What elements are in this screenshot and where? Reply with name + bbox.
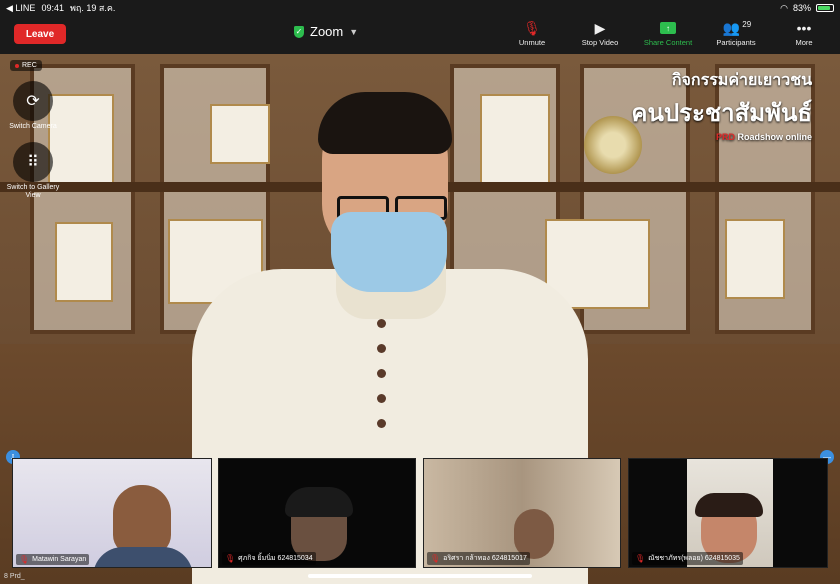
participants-count: 29 bbox=[742, 19, 752, 29]
participant-tile[interactable]: 🎙 Matawin Sarayan bbox=[12, 458, 212, 568]
participant-tile[interactable]: 🎙 อริศรา กล้าทอง 624815017 bbox=[423, 458, 621, 568]
bottom-caption: 8 Prd_ bbox=[4, 573, 25, 580]
unmute-button[interactable]: 🎙 Unmute bbox=[506, 18, 558, 48]
rec-label: REC bbox=[22, 62, 37, 69]
participant-body bbox=[93, 547, 193, 567]
share-content-button[interactable]: ↑ Share Content bbox=[642, 18, 694, 47]
mic-off-icon: 🎙 bbox=[225, 554, 236, 563]
battery-icon bbox=[816, 4, 834, 12]
battery-fill bbox=[818, 6, 830, 10]
participant-face bbox=[113, 485, 171, 555]
leave-button[interactable]: Leave bbox=[14, 24, 66, 44]
chevron-down-icon: ▼ bbox=[349, 26, 359, 37]
participant-name: Matawin Sarayan bbox=[32, 556, 87, 563]
meeting-title-text: Zoom bbox=[310, 24, 344, 39]
gallery-view-label: Switch to Gallery View bbox=[6, 184, 60, 199]
participant-name: ณัชชาภัทร(พลอย) 624815035 bbox=[648, 555, 740, 562]
certificate-frame bbox=[210, 104, 270, 164]
participant-hair bbox=[695, 493, 763, 517]
participant-hair bbox=[285, 487, 353, 517]
status-time: 09:41 bbox=[41, 3, 64, 13]
stop-video-label: Stop Video bbox=[581, 38, 619, 47]
participant-name: อริศรา กล้าทอง 624815017 bbox=[443, 555, 527, 562]
home-indicator[interactable] bbox=[308, 574, 532, 578]
camera-switch-icon: ⟳ bbox=[13, 81, 53, 121]
certificate-frame bbox=[55, 222, 113, 302]
certificate-frame bbox=[480, 94, 550, 184]
grid-icon: ⠿ bbox=[13, 142, 53, 182]
status-date: พฤ. 19 ส.ค. bbox=[69, 3, 116, 13]
meeting-toolbar: 🎙 Unmute ▶ Stop Video ↑ Share Content 👥 2… bbox=[506, 18, 830, 48]
stop-video-button[interactable]: ▶ Stop Video bbox=[574, 18, 626, 48]
mic-off-icon: 🎙 bbox=[19, 555, 30, 564]
share-icon: ↑ bbox=[660, 22, 676, 34]
status-bar: ◀ LINE 09:41 พฤ. 19 ส.ค. ◠ 83% bbox=[0, 0, 840, 16]
gallery-view-button[interactable]: ⠿ Switch to Gallery View bbox=[7, 142, 59, 200]
more-button[interactable]: ••• More bbox=[778, 18, 830, 47]
participant-name-tag: 🎙 ณัชชาภัทร(พลอย) 624815035 bbox=[632, 552, 743, 565]
participants-icon: 👥 bbox=[722, 19, 741, 36]
share-content-label: Share Content bbox=[643, 38, 693, 47]
participant-tile[interactable]: 🎙 ณัชชาภัทร(พลอย) 624815035 bbox=[628, 458, 828, 568]
shield-icon: ✓ bbox=[294, 25, 304, 38]
more-label: More bbox=[795, 38, 813, 47]
meeting-top-bar: Leave ✓ Zoom ▼ 🎙 Unmute ▶ Stop Video ↑ S… bbox=[0, 16, 840, 54]
switch-camera-label: Switch Camera bbox=[9, 123, 57, 130]
more-icon: ••• bbox=[796, 20, 812, 36]
record-dot-icon bbox=[15, 63, 19, 68]
certificate-frame bbox=[725, 219, 785, 299]
participant-name-tag: 🎙 อริศรา กล้าทอง 624815017 bbox=[427, 552, 530, 565]
overlay-line-3: PRD Roadshow online bbox=[631, 132, 812, 142]
face-mask bbox=[331, 212, 447, 292]
participant-name-tag: 🎙 ศุภกิจ ยิ้มนิ่ม 624815034 bbox=[222, 552, 316, 565]
participants-button[interactable]: 👥 29 Participants bbox=[710, 18, 762, 48]
overlay-line-1: กิจกรรมค่ายเยาวชน bbox=[671, 72, 812, 89]
participant-name: ศุภกิจ ยิ้มนิ่ม 624815034 bbox=[238, 555, 313, 562]
certificate-frame bbox=[48, 94, 114, 184]
back-to-app-link[interactable]: ◀ LINE bbox=[6, 3, 35, 14]
participants-label: Participants bbox=[716, 38, 756, 47]
recording-indicator: REC bbox=[10, 60, 42, 71]
event-overlay-title: กิจกรรมค่ายเยาวชน คนประชาสัมพันธ์ PRD Ro… bbox=[631, 68, 812, 142]
overlay-prd: PRD bbox=[715, 132, 735, 142]
battery-percent: 83% bbox=[792, 3, 811, 13]
overlay-roadshow: Roadshow online bbox=[734, 132, 812, 142]
meeting-title[interactable]: ✓ Zoom ▼ bbox=[294, 24, 358, 39]
mic-off-icon: 🎙 bbox=[635, 554, 646, 563]
wifi-icon: ◠ bbox=[780, 2, 788, 13]
unmute-label: Unmute bbox=[518, 38, 546, 47]
switch-camera-button[interactable]: ⟳ Switch Camera bbox=[9, 81, 57, 131]
overlay-line-2: คนประชาสัมพันธ์ bbox=[631, 100, 812, 127]
tile-background-sign bbox=[21, 467, 203, 497]
participant-tile[interactable]: 🎙 ศุภกิจ ยิ้มนิ่ม 624815034 bbox=[218, 458, 416, 568]
speaker-hair bbox=[318, 92, 452, 154]
participant-name-tag: 🎙 Matawin Sarayan bbox=[16, 554, 90, 565]
mic-off-icon: 🎙 bbox=[523, 19, 541, 36]
video-icon: ▶ bbox=[594, 19, 606, 36]
mic-off-icon: 🎙 bbox=[430, 554, 441, 563]
shirt-buttons bbox=[374, 319, 388, 428]
